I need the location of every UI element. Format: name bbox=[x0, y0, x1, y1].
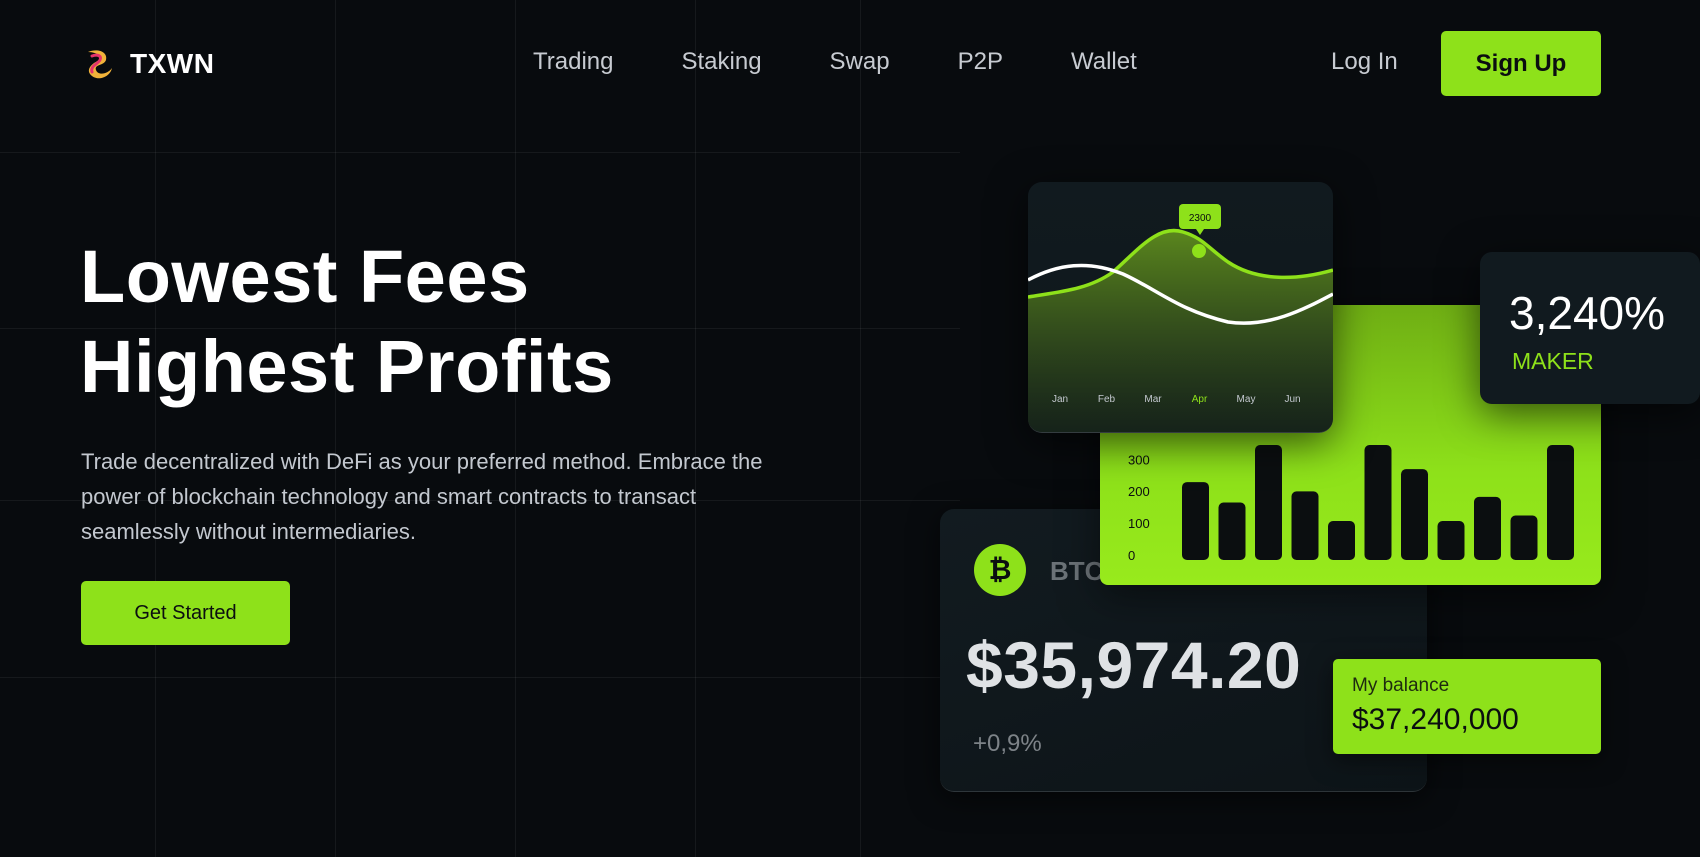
nav-item-p2p[interactable]: P2P bbox=[958, 48, 1003, 76]
y-tick-label: 300 bbox=[1128, 452, 1150, 467]
grid-line bbox=[860, 0, 861, 857]
bar bbox=[1474, 496, 1501, 560]
nav-item-wallet[interactable]: Wallet bbox=[1071, 48, 1137, 76]
login-link[interactable]: Log In bbox=[1331, 48, 1398, 76]
get-started-button[interactable]: Get Started bbox=[81, 581, 290, 645]
month-label: Mar bbox=[1144, 394, 1162, 405]
y-tick-label: 100 bbox=[1128, 516, 1150, 531]
line-chart: 2300 Jan Feb Mar Apr May Jun bbox=[1028, 204, 1333, 432]
bird-logo-icon bbox=[88, 50, 112, 79]
y-tick-label: 200 bbox=[1128, 484, 1150, 499]
month-label: Jan bbox=[1052, 394, 1068, 405]
line-chart-card: 2300 Jan Feb Mar Apr May Jun bbox=[1028, 182, 1333, 433]
month-label: Apr bbox=[1192, 394, 1208, 405]
bar bbox=[1364, 445, 1392, 560]
hero-description: Trade decentralized with DeFi as your pr… bbox=[81, 449, 763, 544]
nav-item-swap[interactable]: Swap bbox=[830, 48, 890, 76]
nav-item-staking[interactable]: Staking bbox=[681, 48, 761, 76]
balance-card: My balance $37,240,000 bbox=[1333, 659, 1601, 754]
bar bbox=[1218, 502, 1246, 560]
bar bbox=[1255, 445, 1282, 560]
balance-label: My balance bbox=[1352, 675, 1450, 696]
highlight-point[interactable] bbox=[1192, 244, 1206, 258]
tooltip-pointer bbox=[1196, 229, 1204, 235]
month-label: May bbox=[1237, 394, 1256, 405]
hero-title: Lowest Fees Highest Profits bbox=[80, 232, 614, 412]
balance-value: $37,240,000 bbox=[1352, 703, 1519, 736]
maker-value: 3,240% bbox=[1509, 287, 1666, 339]
bar bbox=[1328, 521, 1355, 560]
maker-card: 3,240% MAKER bbox=[1480, 252, 1700, 404]
maker-label: MAKER bbox=[1512, 348, 1594, 374]
btc-change: +0,9% bbox=[973, 730, 1042, 757]
brand-logo[interactable]: TXWN bbox=[84, 46, 214, 82]
grid-line bbox=[0, 677, 960, 678]
btc-price: $35,974.20 bbox=[966, 628, 1302, 702]
bar bbox=[1547, 445, 1574, 560]
grid-line bbox=[695, 0, 696, 857]
grid-line bbox=[155, 0, 156, 857]
month-label: Feb bbox=[1098, 394, 1116, 405]
bitcoin-icon: ₿ bbox=[974, 544, 1026, 596]
bar bbox=[1401, 469, 1428, 560]
hero-title-line: Lowest Fees bbox=[80, 235, 530, 318]
grid-line bbox=[515, 0, 516, 857]
hero-title-line: Highest Profits bbox=[80, 325, 614, 408]
grid-line bbox=[335, 0, 336, 857]
y-tick-label: 0 bbox=[1128, 548, 1135, 563]
bar bbox=[1182, 482, 1209, 560]
month-label: Jun bbox=[1284, 394, 1300, 405]
tooltip-value: 2300 bbox=[1189, 213, 1212, 224]
bar bbox=[1437, 521, 1465, 560]
main-nav: Trading Staking Swap P2P Wallet bbox=[533, 48, 1137, 76]
nav-item-trading[interactable]: Trading bbox=[533, 48, 613, 76]
brand-name: TXWN bbox=[130, 48, 215, 79]
bar bbox=[1510, 515, 1538, 560]
grid-line bbox=[0, 152, 960, 153]
btc-symbol: BTC bbox=[1050, 556, 1104, 586]
signup-button[interactable]: Sign Up bbox=[1441, 31, 1601, 96]
bar bbox=[1291, 491, 1319, 560]
